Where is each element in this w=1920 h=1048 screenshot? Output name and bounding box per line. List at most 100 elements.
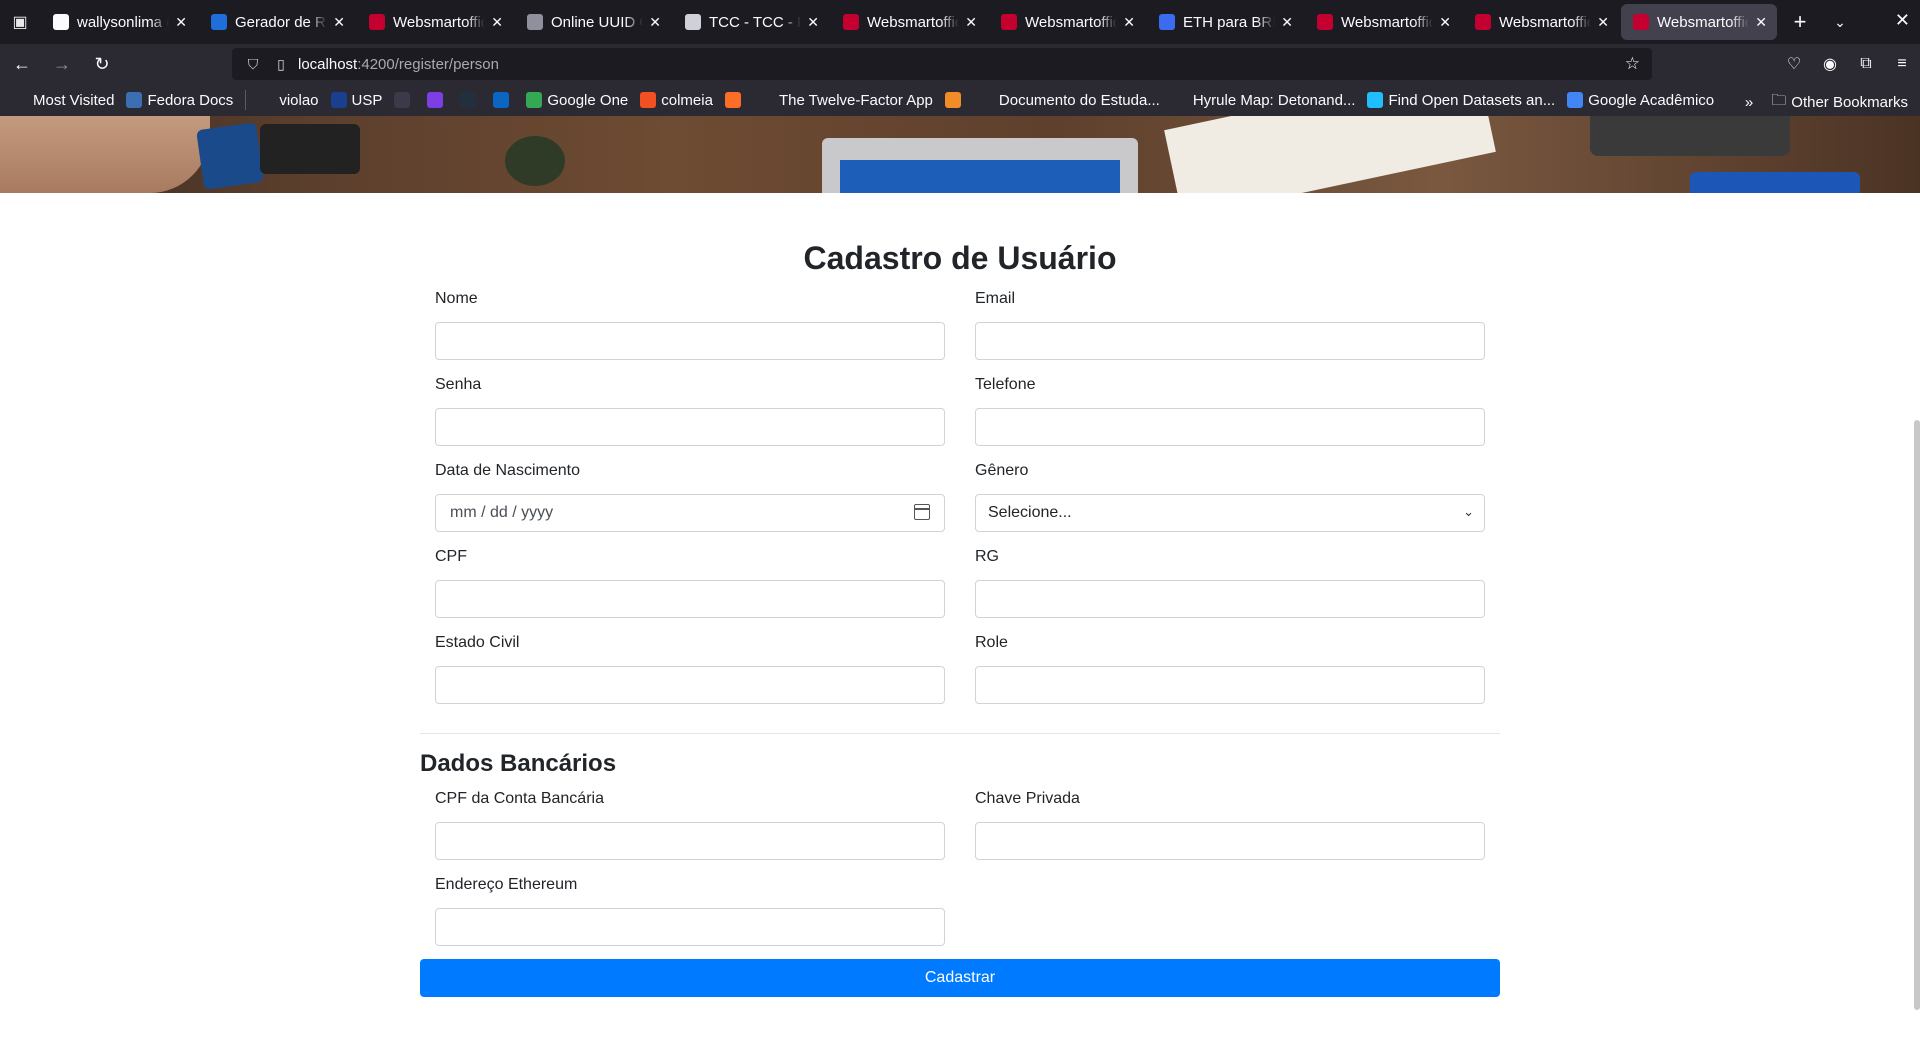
reload-button[interactable]: ↻	[84, 48, 120, 80]
tab-close-icon[interactable]: ✕	[1123, 14, 1135, 31]
menu-hamburger-icon[interactable]: ≡	[1884, 55, 1920, 73]
bookmark-label: Fedora Docs	[147, 91, 234, 109]
tab-close-icon[interactable]: ✕	[649, 14, 661, 31]
tab-close-icon[interactable]: ✕	[175, 14, 187, 31]
window-close-icon[interactable]: ✕	[1895, 10, 1910, 31]
extensions-icon[interactable]: ⧉	[1848, 55, 1884, 73]
bookmark-star-icon[interactable]: ☆	[1625, 54, 1640, 74]
page-scrollbar[interactable]	[1914, 420, 1920, 1010]
nascimento-date-input[interactable]: mm / dd / yyyy	[435, 494, 945, 532]
genero-select[interactable]: Selecione... ⌄	[975, 494, 1485, 532]
chave-privada-label: Chave Privada	[975, 790, 1080, 807]
browser-tab[interactable]: Gerador de RG ✕	[199, 4, 355, 40]
browser-tab[interactable]: ETH para BRL: (✕	[1147, 4, 1303, 40]
tab-close-icon[interactable]: ✕	[1281, 14, 1293, 31]
nome-input[interactable]	[435, 322, 945, 360]
bookmark-item[interactable]	[493, 92, 514, 108]
bookmark-item[interactable]: Documento do Estuda...	[977, 92, 1160, 109]
role-input[interactable]	[975, 666, 1485, 704]
tab-close-icon[interactable]: ✕	[965, 14, 977, 31]
chave-privada-input[interactable]	[975, 822, 1485, 860]
browser-tab[interactable]: Online UUID Ge ✕	[515, 4, 671, 40]
angular-icon	[1633, 14, 1649, 30]
cadastrar-button[interactable]: Cadastrar	[420, 959, 1500, 997]
bookmark-item[interactable]	[427, 92, 448, 108]
estado-civil-group: Estado Civil	[435, 634, 945, 704]
kaggle-icon	[1367, 92, 1384, 108]
tab-close-icon[interactable]: ✕	[1755, 14, 1767, 31]
senha-group: Senha	[435, 376, 945, 446]
back-button[interactable]: ←	[4, 48, 40, 80]
cpf-conta-input[interactable]	[435, 822, 945, 860]
tab-title: Websmartoffic	[1341, 13, 1434, 31]
tab-bar: ▣ wallysonlima (W✕Gerador de RG✕ Websmart…	[0, 0, 1920, 44]
bookmark-item[interactable]: Most Visited	[12, 92, 114, 109]
bookmarks-toolbar: Most Visited Fedora Docs violao USP Google O…	[0, 84, 1920, 116]
bookmark-item[interactable]: Find Open Datasets an...	[1367, 92, 1555, 109]
email-label: Email	[975, 290, 1016, 307]
role-group: Role	[975, 634, 1485, 704]
browser-tab[interactable]: TCC - TCC - Fro ✕	[673, 4, 829, 40]
tab-close-icon[interactable]: ✕	[1439, 14, 1451, 31]
page-info-icon[interactable]: ▯	[270, 56, 292, 73]
google-one-icon	[526, 92, 543, 108]
tab-close-icon[interactable]: ✕	[807, 14, 819, 31]
browser-tab[interactable]: Websmartoffic ✕	[1621, 4, 1777, 40]
endereco-eth-input[interactable]	[435, 908, 945, 946]
bookmark-item[interactable]	[724, 92, 746, 108]
bookmark-item[interactable]: USP	[330, 92, 382, 109]
pocket-icon[interactable]: ♡	[1776, 54, 1812, 74]
tab-close-icon[interactable]: ✕	[333, 14, 345, 31]
forward-button[interactable]: →	[44, 48, 80, 80]
firefox-view-icon[interactable]: ▣	[0, 0, 40, 44]
microsoft-icon	[640, 92, 657, 108]
globe-icon	[1171, 92, 1188, 108]
cpf-input[interactable]	[435, 580, 945, 618]
nome-group: Nome	[435, 290, 945, 360]
new-tab-button[interactable]: +	[1782, 9, 1818, 35]
list-all-tabs-chevron-icon[interactable]: ⌄	[1822, 14, 1858, 31]
bookmark-item[interactable]	[460, 92, 481, 108]
tracking-protection-shield-icon[interactable]: ⛉	[242, 56, 264, 73]
tab-close-icon[interactable]: ✕	[1597, 14, 1609, 31]
browser-tab[interactable]: Websmartoffic ✕	[1463, 4, 1619, 40]
rg-input[interactable]	[975, 580, 1485, 618]
bookmark-item[interactable]	[944, 92, 966, 108]
bookmark-item[interactable]: Google Acadêmico	[1567, 92, 1714, 109]
telefone-input[interactable]	[975, 408, 1485, 446]
browser-tab[interactable]: Websmartoffic ✕	[357, 4, 513, 40]
calendar-icon[interactable]	[914, 504, 930, 520]
browser-tab[interactable]: Websmartoffic ✕	[989, 4, 1145, 40]
bookmarks-overflow-chevron-icon[interactable]: »	[1745, 94, 1753, 111]
other-bookmarks[interactable]: Other Bookmarks	[1791, 94, 1908, 111]
exchange-icon	[1159, 14, 1175, 30]
tab-title: Websmartoffic	[393, 13, 486, 31]
url-bar[interactable]: ⛉ ▯ localhost:4200/register/person ☆	[232, 48, 1652, 80]
bookmark-item[interactable]: Hyrule Map: Detonand...	[1171, 92, 1355, 109]
page-title: Cadastro de Usuário	[803, 240, 1117, 276]
navigation-toolbar: ← → ↻ ⛉ ▯ localhost:4200/register/person…	[0, 44, 1920, 84]
bookmark-label: colmeia	[661, 91, 713, 109]
telefone-label: Telefone	[975, 376, 1036, 393]
tab-close-icon[interactable]: ✕	[491, 14, 503, 31]
bookmark-label: Most Visited	[33, 91, 115, 109]
diamond-icon	[757, 92, 774, 108]
bookmark-item[interactable]: The Twelve-Factor App	[757, 92, 933, 109]
browser-tab[interactable]: Websmartoffic ✕	[831, 4, 987, 40]
bookmark-item[interactable]: colmeia	[640, 92, 713, 109]
bookmark-item[interactable]: violao	[258, 92, 319, 109]
email-group: Email	[975, 290, 1485, 360]
angular-icon	[1475, 14, 1491, 30]
amazon-icon	[460, 92, 477, 108]
bookmark-item[interactable]: Google One	[526, 92, 628, 109]
account-avatar-icon[interactable]: ◉	[1812, 54, 1848, 74]
estado-civil-input[interactable]	[435, 666, 945, 704]
folder-icon: 🗀	[1771, 92, 1787, 109]
browser-tab[interactable]: wallysonlima (W ✕	[41, 4, 197, 40]
senha-input[interactable]	[435, 408, 945, 446]
bookmark-item[interactable]	[394, 92, 415, 108]
browser-tab[interactable]: Websmartoffic ✕	[1305, 4, 1461, 40]
bookmark-item[interactable]: Fedora Docs	[126, 92, 233, 109]
email-input[interactable]	[975, 322, 1485, 360]
chave-privada-group: Chave Privada	[975, 790, 1485, 860]
